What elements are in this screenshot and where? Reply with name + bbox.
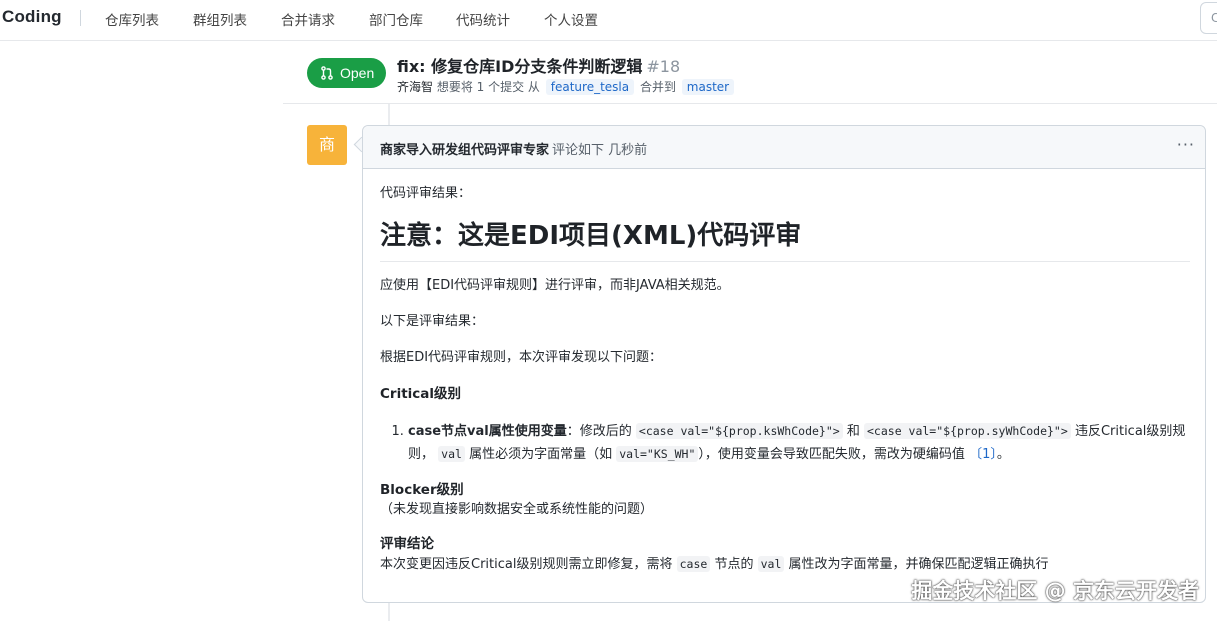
- issue-title: case节点val属性使用变量: [408, 424, 567, 439]
- issue-text: 。: [996, 447, 1010, 462]
- status-label: Open: [340, 65, 375, 81]
- review-heading: 注意：这是EDI项目(XML)代码评审: [380, 219, 1190, 262]
- pr-title-text: fix: 修复仓库ID分支条件判断逻辑: [397, 57, 643, 76]
- conclusion-text-part: 属性改为字面常量，并确保匹配逻辑正确执行: [788, 557, 1049, 572]
- more-options-icon[interactable]: ···: [1177, 135, 1195, 154]
- comment-author: 商家导入研发组代码评审专家 评论如下 几秒前: [380, 139, 647, 158]
- issue-code: val: [438, 446, 465, 462]
- issue-code: <case val="${prop.ksWhCode}">: [635, 423, 843, 439]
- pr-meta-merge-text: 合并到: [639, 80, 676, 94]
- header-divider: [283, 103, 1217, 104]
- conclusion-heading: 评审结论: [380, 536, 434, 552]
- issue-code: <case val="${prop.syWhCode}">: [864, 423, 1071, 439]
- status-badge-open: Open: [307, 58, 386, 88]
- review-intro: 代码评审结果：: [380, 186, 472, 201]
- pr-meta-text: 想要将 1 个提交 从: [436, 80, 540, 94]
- issue-text: ：修改后的: [566, 424, 632, 439]
- nav-merge-requests[interactable]: 合并请求: [281, 9, 335, 29]
- nav-repo-list[interactable]: 仓库列表: [105, 9, 159, 29]
- nav-personal-settings[interactable]: 个人设置: [544, 9, 598, 29]
- avatar[interactable]: 商: [307, 125, 347, 165]
- conclusion-text-part: 本次变更因违反Critical级别规则需立即修复，需将: [380, 557, 673, 572]
- nav-department-repos[interactable]: 部门仓库: [369, 9, 423, 29]
- nav-divider: [80, 10, 81, 26]
- nav-code-stats[interactable]: 代码统计: [456, 9, 510, 29]
- top-navigation: Coding 仓库列表 群组列表 合并请求 部门仓库 代码统计 个人设置 C: [0, 0, 1217, 41]
- conclusion-text: 本次变更因违反Critical级别规则需立即修复，需将 case 节点的 val…: [380, 554, 1190, 575]
- source-branch[interactable]: feature_tesla: [545, 79, 635, 95]
- blocker-text: （未发现直接影响数据安全或系统性能的问题）: [380, 502, 654, 517]
- issue-text: ），使用变量会导致匹配失败，需改为硬编码值: [698, 447, 965, 462]
- conclusion-code: case: [676, 556, 711, 572]
- issue-text: 属性必须为字面常量（如: [469, 447, 613, 462]
- comment-body: 代码评审结果： 注意：这是EDI项目(XML)代码评审 应使用【EDI代码评审规…: [380, 184, 1190, 575]
- critical-issue-list: case节点val属性使用变量：修改后的 <case val="${prop.k…: [380, 420, 1190, 466]
- watermark: 掘金技术社区 @ 京东云开发者: [911, 579, 1199, 603]
- comment-timestamp: 评论如下 几秒前: [552, 143, 648, 158]
- comment-header: 商家导入研发组代码评审专家 评论如下 几秒前 ···: [363, 126, 1205, 169]
- pr-meta: 齐海智 想要将 1 个提交 从 feature_tesla 合并到 master: [397, 78, 736, 95]
- merge-request-icon: [320, 66, 334, 83]
- search-input[interactable]: C: [1200, 2, 1217, 34]
- pr-author[interactable]: 齐海智: [397, 80, 433, 94]
- blocker-heading: Blocker级别: [380, 482, 464, 498]
- issue-code: val="KS_WH": [616, 446, 699, 462]
- comment-author-name[interactable]: 商家导入研发组代码评审专家: [380, 143, 549, 158]
- issue-text: 和: [846, 424, 860, 439]
- pr-title: fix: 修复仓库ID分支条件判断逻辑 #18: [397, 53, 680, 77]
- reference-link[interactable]: 〔1〕: [969, 447, 997, 462]
- review-paragraph-issues: 根据EDI代码评审规则，本次评审发现以下问题：: [380, 350, 663, 365]
- critical-heading: Critical级别: [380, 386, 462, 402]
- list-item: case节点val属性使用变量：修改后的 <case val="${prop.k…: [408, 420, 1190, 466]
- target-branch[interactable]: master: [681, 79, 735, 95]
- review-paragraph-results: 以下是评审结果：: [380, 314, 485, 329]
- comment-card: 商家导入研发组代码评审专家 评论如下 几秒前 ··· 代码评审结果： 注意：这是E…: [362, 125, 1206, 603]
- pr-number: #18: [646, 57, 681, 76]
- review-paragraph-rules: 应使用【EDI代码评审规则】进行评审，而非JAVA相关规范。: [380, 278, 730, 293]
- conclusion-code: val: [757, 556, 785, 572]
- conclusion-text-part: 节点的: [714, 557, 754, 572]
- brand-logo[interactable]: Coding: [2, 7, 62, 27]
- nav-group-list[interactable]: 群组列表: [193, 9, 247, 29]
